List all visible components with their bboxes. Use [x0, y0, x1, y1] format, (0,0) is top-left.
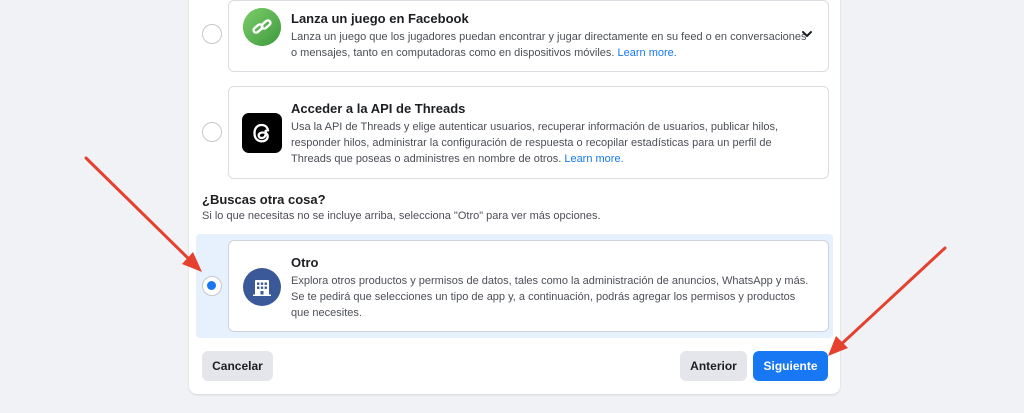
- option-title: Otro: [291, 255, 319, 270]
- learn-more-link[interactable]: Learn more.: [618, 47, 677, 59]
- option-row-facebook-game[interactable]: Lanza un juego en Facebook Lanza un jueg…: [189, 0, 840, 72]
- app-type-panel: Lanza un juego en Facebook Lanza un jueg…: [189, 0, 840, 394]
- option-card-threads-api[interactable]: Acceder a la API de Threads Usa la API d…: [228, 86, 829, 179]
- option-description: Usa la API de Threads y elige autenticar…: [291, 121, 779, 165]
- section-title: ¿Buscas otra cosa?: [202, 192, 326, 207]
- option-title: Acceder a la API de Threads: [291, 101, 466, 116]
- threads-icon: [242, 113, 282, 153]
- chevron-down-icon[interactable]: [800, 27, 814, 41]
- annotation-arrow-right: [833, 246, 947, 352]
- option-title: Lanza un juego en Facebook: [291, 11, 469, 26]
- section-subtitle: Si lo que necesitas no se incluye arriba…: [202, 210, 601, 222]
- cancel-button[interactable]: Cancelar: [202, 351, 273, 381]
- next-button[interactable]: Siguiente: [753, 351, 828, 381]
- building-icon: [242, 267, 282, 307]
- option-row-other[interactable]: Otro Explora otros productos y permisos …: [189, 240, 840, 332]
- annotation-arrow-left: [84, 156, 198, 268]
- option-row-threads-api[interactable]: Acceder a la API de Threads Usa la API d…: [189, 86, 840, 179]
- option-card-other[interactable]: Otro Explora otros productos y permisos …: [228, 240, 829, 332]
- option-description: Lanza un juego que los jugadores puedan …: [291, 31, 807, 59]
- option-card-facebook-game[interactable]: Lanza un juego en Facebook Lanza un jueg…: [228, 0, 829, 72]
- radio-facebook-game[interactable]: [202, 24, 222, 44]
- learn-more-link[interactable]: Learn more.: [564, 153, 623, 165]
- radio-other[interactable]: [202, 276, 222, 296]
- game-link-icon: [242, 7, 282, 47]
- back-button[interactable]: Anterior: [680, 351, 747, 381]
- radio-threads-api[interactable]: [202, 122, 222, 142]
- option-description: Explora otros productos y permisos de da…: [291, 275, 809, 319]
